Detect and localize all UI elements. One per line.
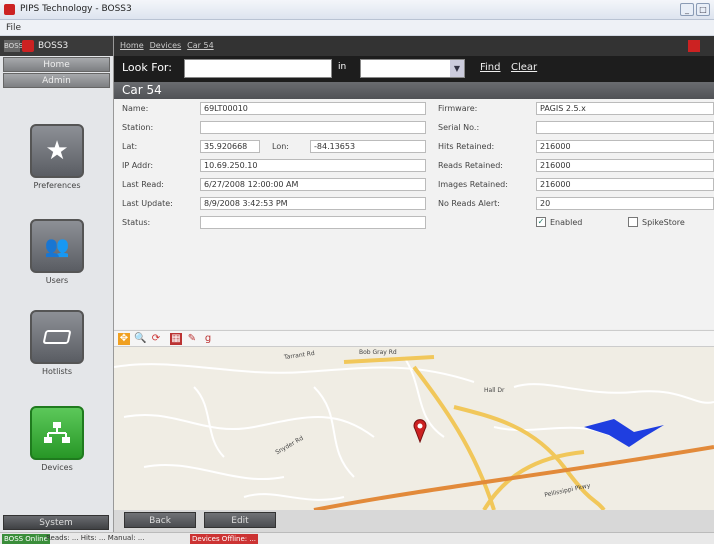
window-title: PIPS Technology - BOSS3 [20,4,132,14]
main-panel: Home Devices Car 54 Look For: in ▼ Find … [114,36,714,532]
map-view[interactable]: Tarrant Rd Bob Gray Rd Hall Dr Snyder Rd… [114,347,714,510]
reads-status: Reads: ... Hits: ... Manual: ... [46,534,145,542]
search-input[interactable] [184,59,332,78]
map-toolbar: ✥ 🔍 ⟳ ▦ ✎ g [114,330,714,347]
lon-field[interactable]: -84.13653 [310,140,426,153]
last-read-label: Last Read: [122,180,165,189]
hits-label: Hits Retained: [438,142,495,151]
version-badge: BOSS [4,40,24,52]
noreads-field[interactable]: 20 [536,197,714,210]
lat-label: Lat: [122,142,138,151]
admin-button[interactable]: Admin [3,73,110,88]
star-icon: ★ [45,136,69,166]
sidebar-header: BOSS BOSS3 [0,36,113,56]
offline-badge: Devices Offline: ... [190,534,259,544]
name-label: Name: [122,104,149,113]
images-label: Images Retained: [438,180,508,189]
tile-label-users: Users [45,276,69,285]
search-scope-select[interactable]: ▼ [360,59,465,78]
enabled-checkbox[interactable]: ✓ [536,217,546,227]
app-name: BOSS3 [38,41,69,51]
maximize-icon[interactable]: □ [696,3,710,16]
bottom-bar: Back Edit [114,510,714,532]
ip-label: IP Addr: [122,161,154,170]
alert-icon[interactable] [688,40,700,52]
images-field[interactable]: 216000 [536,178,714,191]
last-update-field[interactable]: 8/9/2008 3:42:53 PM [200,197,426,210]
status-bar: BOSS Online Reads: ... Hits: ... Manual:… [0,532,714,544]
crumb-devices[interactable]: Devices [150,41,182,50]
station-field[interactable] [200,121,426,134]
breadcrumb: Home Devices Car 54 [114,36,714,56]
lat-field[interactable]: 35.920668 [200,140,260,153]
edit-button[interactable]: Edit [204,512,276,528]
back-button[interactable]: Back [124,512,196,528]
layers-icon[interactable]: ▦ [170,333,182,345]
search-icon[interactable]: 🔍 [134,333,146,345]
crumb-car[interactable]: Car 54 [187,41,214,50]
refresh-icon[interactable]: ⟳ [150,333,162,345]
network-icon [44,422,70,443]
lon-label: Lon: [272,142,289,151]
system-button[interactable]: System [3,515,109,530]
hotlists-tile[interactable] [30,310,84,364]
menu-bar: File [0,20,714,36]
window-controls: _ □ [680,3,710,16]
serial-field[interactable] [536,121,714,134]
app-icon [4,4,15,15]
map-label-road3: Hall Dr [484,387,505,394]
enabled-label: Enabled [550,218,583,227]
online-badge: BOSS Online [2,534,50,544]
minimize-icon[interactable]: _ [680,3,694,16]
device-form: Name: 69LT00010 Station: Lat: 35.920668 … [114,99,714,329]
in-label: in [338,62,347,72]
spikestore-checkbox[interactable] [628,217,638,227]
map-label-road2: Bob Gray Rd [359,349,397,356]
section-title: Car 54 [114,82,714,99]
serial-label: Serial No.: [438,123,480,132]
zoom-extent-icon[interactable]: ✥ [118,333,130,345]
tile-label-hotlists: Hotlists [42,367,72,376]
find-link[interactable]: Find [480,62,501,73]
hotlist-icon [42,330,72,344]
chevron-down-icon[interactable]: ▼ [450,60,464,77]
name-field[interactable]: 69LT00010 [200,102,426,115]
devices-tile[interactable] [30,406,84,460]
last-update-label: Last Update: [122,199,173,208]
search-bar: Look For: in ▼ Find Clear [114,56,714,82]
sidebar: BOSS BOSS3 Home Admin ★ Preferences 👥 Us… [0,36,114,532]
firmware-field[interactable]: PAGIS 2.5.x [536,102,714,115]
menu-file[interactable]: File [6,23,21,33]
crumb-home[interactable]: Home [120,41,144,50]
status-label: Status: [122,218,151,227]
pin-tool-icon[interactable]: ✎ [186,333,198,345]
look-for-label: Look For: [122,61,172,74]
last-read-field[interactable]: 6/27/2008 12:00:00 AM [200,178,426,191]
g-icon[interactable]: g [202,333,214,345]
ip-field[interactable]: 10.69.250.10 [200,159,426,172]
users-tile[interactable]: 👥 [30,219,84,273]
logo-icon [22,40,34,52]
firmware-label: Firmware: [438,104,478,113]
reads-label: Reads Retained: [438,161,503,170]
preferences-tile[interactable]: ★ [30,124,84,178]
users-icon: 👥 [44,234,70,258]
map-pin-icon[interactable] [413,419,427,443]
tile-label-devices: Devices [41,463,73,472]
home-button[interactable]: Home [3,57,110,72]
reads-field[interactable]: 216000 [536,159,714,172]
clear-link[interactable]: Clear [511,62,537,73]
tile-label-preferences: Preferences [33,181,81,190]
hits-field[interactable]: 216000 [536,140,714,153]
noreads-label: No Reads Alert: [438,199,500,208]
status-field[interactable] [200,216,426,229]
station-label: Station: [122,123,154,132]
spikestore-label: SpikeStore [642,218,685,227]
title-bar: PIPS Technology - BOSS3 _ □ [0,0,714,20]
